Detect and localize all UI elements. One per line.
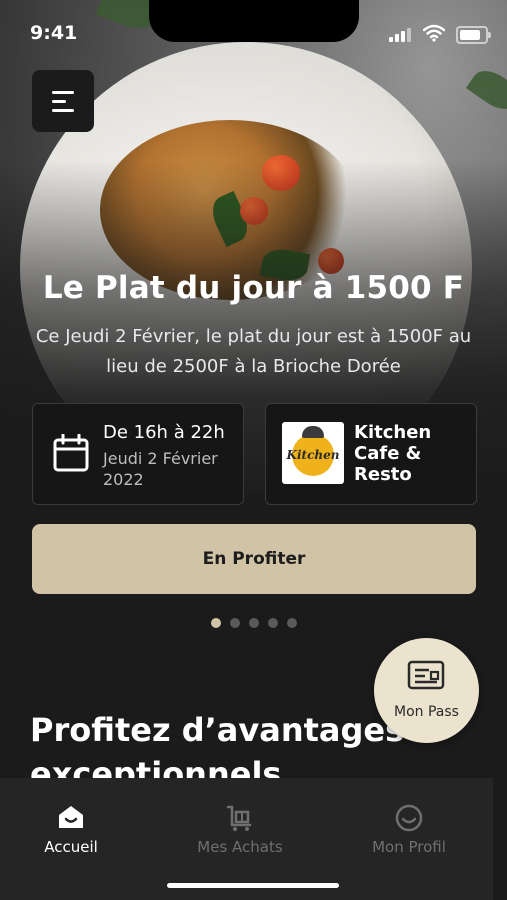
carousel-dot[interactable] [229, 618, 240, 628]
restaurant-card[interactable]: Kitchen Kitchen Cafe & Resto [265, 403, 477, 505]
cellular-signal-icon [389, 28, 411, 42]
restaurant-logo: Kitchen [282, 422, 344, 484]
device-notch [149, 0, 359, 42]
menu-button[interactable] [32, 70, 94, 132]
tab-label: Mon Profil [372, 838, 446, 856]
bottom-tab-bar: Accueil Mes Achats Mon Profil [0, 778, 493, 900]
schedule-hours: De 16h à 22h [103, 422, 225, 443]
hamburger-icon-line [52, 100, 66, 103]
promo-title: Le Plat du jour à 1500 F [42, 270, 465, 306]
chef-hat-icon [302, 426, 324, 438]
carousel-pagination [0, 618, 507, 628]
status-time: 9:41 [30, 22, 78, 44]
mon-pass-label: Mon Pass [394, 704, 459, 720]
status-bar: 9:41 [0, 0, 507, 60]
shopping-cart-icon [226, 805, 252, 831]
smiley-icon [395, 804, 423, 832]
tab-accueil[interactable]: Accueil [0, 778, 151, 868]
promo-description: Ce Jeudi 2 Février, le plat du jour est … [35, 326, 472, 377]
home-indicator[interactable] [167, 883, 339, 888]
schedule-card: De 16h à 22h Jeudi 2 Février 2022 [32, 403, 244, 505]
restaurant-name: Kitchen Cafe & Resto [354, 422, 432, 485]
en-profiter-button[interactable]: En Profiter [32, 524, 476, 594]
carousel-dot[interactable] [248, 618, 259, 628]
hamburger-icon-line [52, 109, 74, 112]
calendar-icon [53, 434, 89, 472]
tab-mes-achats[interactable]: Mes Achats [160, 778, 320, 868]
carousel-dot[interactable] [286, 618, 297, 628]
logo-text: Kitchen [286, 448, 340, 462]
tab-label: Mes Achats [197, 838, 283, 856]
screen: 9:41 Le Plat du jour à 1500 F Ce Jeudi 2… [0, 0, 507, 900]
home-icon [59, 806, 83, 828]
id-card-icon [407, 660, 445, 690]
carousel-dot[interactable] [267, 618, 278, 628]
mon-pass-button[interactable]: Mon Pass [374, 638, 479, 743]
tab-label: Accueil [44, 838, 98, 856]
wifi-icon [423, 24, 445, 42]
tab-mon-profil[interactable]: Mon Profil [329, 778, 489, 868]
carousel-dot[interactable] [210, 618, 221, 628]
battery-icon [456, 26, 491, 44]
schedule-date: Jeudi 2 Février 2022 [103, 449, 218, 489]
hamburger-icon-line [52, 91, 74, 94]
